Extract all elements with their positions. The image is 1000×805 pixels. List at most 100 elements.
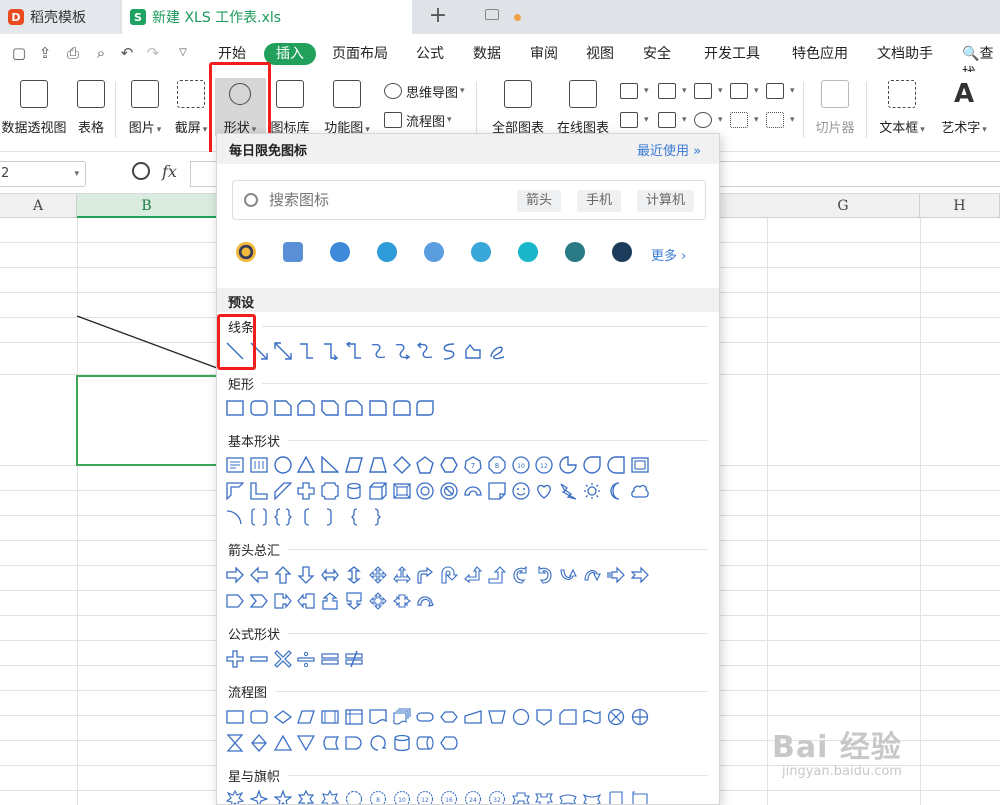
no-symbol-shape[interactable] bbox=[440, 482, 458, 500]
left-bracket-shape[interactable] bbox=[297, 508, 315, 526]
presentation-icon[interactable] bbox=[377, 242, 397, 262]
left-right-arrow-callout-shape[interactable] bbox=[392, 592, 411, 610]
star-8-shape[interactable] bbox=[345, 790, 363, 804]
mail-icon[interactable] bbox=[518, 242, 538, 262]
can-shape[interactable] bbox=[345, 482, 363, 500]
cube-shape[interactable] bbox=[369, 482, 387, 500]
bent-up-arrow-shape[interactable] bbox=[488, 566, 506, 584]
round-corner-rectangle-shape[interactable] bbox=[369, 399, 387, 417]
lightning-bolt-shape[interactable] bbox=[559, 482, 577, 500]
manual-operation-shape[interactable] bbox=[487, 708, 506, 726]
double-brace-shape[interactable] bbox=[273, 508, 292, 526]
ribbon-down-shape[interactable] bbox=[535, 790, 554, 804]
heart-shape[interactable] bbox=[535, 482, 553, 500]
right-arrow-callout-shape[interactable] bbox=[273, 592, 292, 610]
curved-up-arrow-shape[interactable] bbox=[559, 566, 578, 584]
snip-same-side-rectangle-shape[interactable] bbox=[297, 399, 316, 417]
document-shape[interactable] bbox=[369, 708, 387, 726]
oval-shape[interactable] bbox=[273, 456, 292, 474]
decagon-shape[interactable]: 10 bbox=[511, 456, 530, 474]
up-arrow-shape[interactable] bbox=[274, 566, 292, 584]
round-same-side-rectangle-shape[interactable] bbox=[392, 399, 411, 417]
summing-junction-shape[interactable] bbox=[607, 708, 625, 726]
circular-arrow-shape[interactable] bbox=[416, 592, 435, 610]
explosion-shape[interactable] bbox=[226, 790, 244, 804]
elbow-double-arrow-connector-shape[interactable] bbox=[345, 342, 363, 360]
curved-connector-shape[interactable] bbox=[369, 342, 387, 360]
ribbon-up-shape[interactable] bbox=[511, 790, 530, 804]
more-icons-link[interactable]: 更多 › bbox=[651, 245, 686, 264]
chevron-shape[interactable] bbox=[249, 592, 268, 610]
phone-icon[interactable] bbox=[283, 242, 303, 262]
connector-shape[interactable] bbox=[512, 708, 530, 726]
multidocument-shape[interactable] bbox=[393, 708, 411, 726]
curve-shape[interactable] bbox=[440, 342, 458, 360]
left-arrow-callout-shape[interactable] bbox=[297, 592, 315, 610]
trapezoid-shape[interactable] bbox=[368, 456, 387, 474]
star-12-shape[interactable]: 10 bbox=[393, 790, 411, 804]
quad-arrow-callout-shape[interactable] bbox=[369, 592, 387, 610]
curved-arrow-connector-shape[interactable] bbox=[393, 342, 411, 360]
hexagon-shape[interactable] bbox=[440, 456, 458, 474]
person-icon[interactable] bbox=[565, 242, 585, 262]
predefined-process-shape[interactable] bbox=[321, 708, 339, 726]
display-shape[interactable] bbox=[440, 734, 458, 752]
minus-shape[interactable] bbox=[250, 650, 268, 668]
left-right-arrow-shape[interactable] bbox=[321, 566, 340, 584]
left-brace-shape[interactable] bbox=[345, 508, 363, 526]
left-right-up-arrow-shape[interactable] bbox=[392, 566, 411, 584]
direct-access-storage-shape[interactable] bbox=[416, 734, 434, 752]
block-arc-shape[interactable] bbox=[464, 482, 482, 500]
star-32-shape[interactable]: 24 bbox=[464, 790, 482, 804]
octagon-shape[interactable]: 8 bbox=[488, 456, 506, 474]
data-shape[interactable] bbox=[297, 708, 316, 726]
terminator-shape[interactable] bbox=[416, 708, 435, 726]
elbow-connector-shape[interactable] bbox=[297, 342, 315, 360]
magnetic-disk-shape[interactable] bbox=[393, 734, 411, 752]
striped-right-arrow-shape[interactable] bbox=[607, 566, 625, 584]
elbow-arrow-connector-shape[interactable] bbox=[321, 342, 339, 360]
left-up-arrow-shape[interactable] bbox=[464, 566, 482, 584]
curved-ribbon-down-shape[interactable] bbox=[582, 790, 601, 804]
teardrop-shape[interactable] bbox=[583, 456, 601, 474]
computer-icon[interactable] bbox=[330, 242, 350, 262]
rounded-rectangle-shape[interactable] bbox=[250, 399, 268, 417]
right-brace-shape[interactable] bbox=[369, 508, 387, 526]
frame-shape[interactable] bbox=[630, 456, 649, 474]
box-icon[interactable] bbox=[471, 242, 491, 262]
star-16-shape[interactable]: 12 bbox=[416, 790, 434, 804]
double-arrow-line-shape[interactable] bbox=[273, 342, 292, 360]
left-arrow-shape[interactable] bbox=[249, 566, 268, 584]
sequential-access-storage-shape[interactable] bbox=[369, 734, 387, 752]
star-10-shape[interactable]: 8 bbox=[369, 790, 387, 804]
notched-right-arrow-shape[interactable] bbox=[630, 566, 649, 584]
double-bracket-shape[interactable] bbox=[250, 508, 268, 526]
star-32b-shape[interactable]: 32 bbox=[488, 790, 506, 804]
horizontal-scroll-shape[interactable] bbox=[631, 790, 649, 804]
star-7-shape[interactable] bbox=[321, 790, 340, 804]
snip-diagonal-rectangle-shape[interactable] bbox=[321, 399, 339, 417]
half-frame-shape[interactable] bbox=[226, 482, 244, 500]
vertical-textbox-shape[interactable] bbox=[250, 456, 268, 474]
right-triangle-shape[interactable] bbox=[321, 456, 340, 474]
or-shape[interactable] bbox=[631, 708, 649, 726]
delay-shape[interactable] bbox=[345, 734, 363, 752]
collate-shape[interactable] bbox=[226, 734, 244, 752]
card-shape[interactable] bbox=[559, 708, 577, 726]
card-icon[interactable] bbox=[612, 242, 632, 262]
round-diagonal-rectangle-shape[interactable] bbox=[416, 399, 435, 417]
quad-arrow-shape[interactable] bbox=[369, 566, 387, 584]
up-arrow-callout-shape[interactable] bbox=[321, 592, 339, 610]
arc-shape[interactable] bbox=[226, 508, 244, 526]
donut-shape[interactable] bbox=[416, 482, 435, 500]
preparation-shape[interactable] bbox=[440, 708, 459, 726]
divide-shape[interactable] bbox=[297, 650, 315, 668]
chip-computer[interactable]: 计算机 bbox=[637, 190, 695, 212]
recent-used-link[interactable]: 最近使用 » bbox=[637, 140, 701, 159]
plus-shape[interactable] bbox=[226, 650, 244, 668]
curved-double-arrow-connector-shape[interactable] bbox=[416, 342, 434, 360]
freeform-shape[interactable] bbox=[464, 342, 482, 360]
curved-ribbon-up-shape[interactable] bbox=[559, 790, 577, 804]
process-shape[interactable] bbox=[226, 708, 244, 726]
pie-shape[interactable] bbox=[559, 456, 577, 474]
